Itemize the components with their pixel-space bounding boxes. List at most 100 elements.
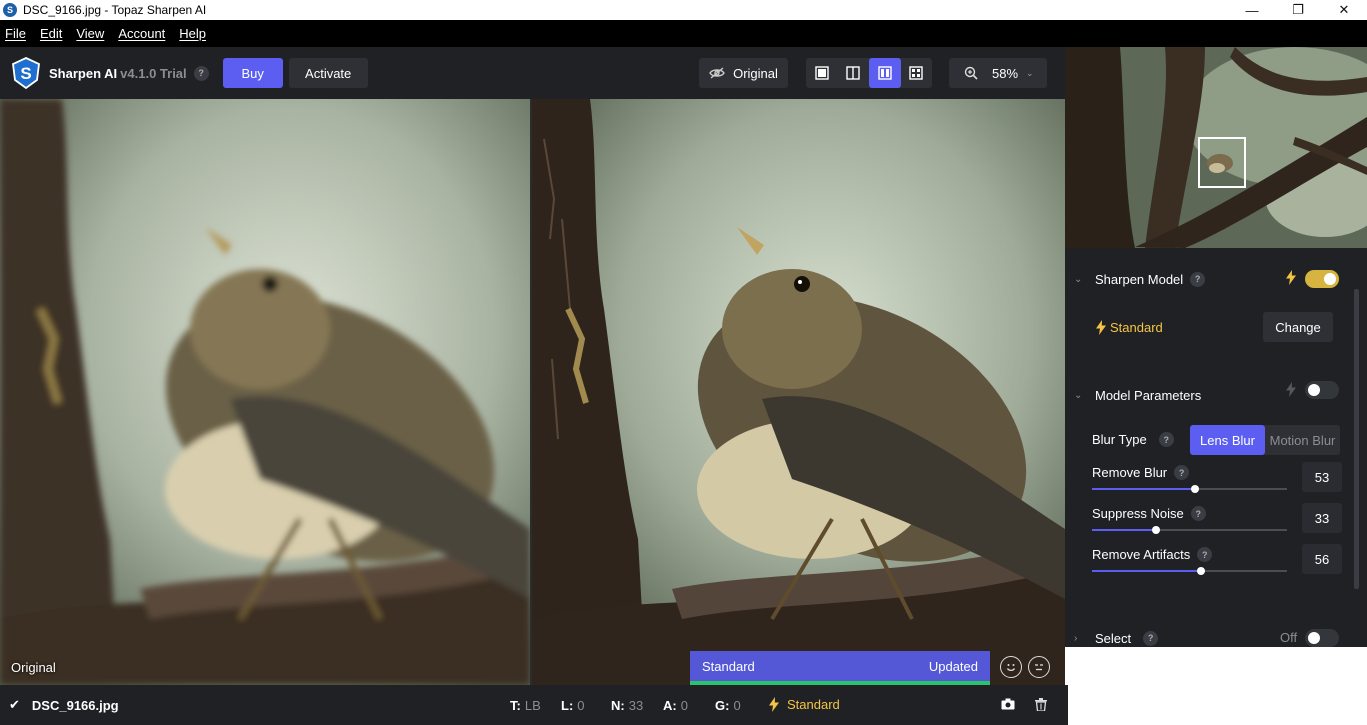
smiley-happy-icon bbox=[1006, 664, 1016, 672]
quad-view-button[interactable] bbox=[901, 58, 933, 88]
bolt-outline-icon bbox=[1286, 382, 1296, 397]
feedback-happy-button[interactable] bbox=[1000, 656, 1022, 678]
buy-button[interactable]: Buy bbox=[222, 58, 283, 88]
select-toggle[interactable] bbox=[1305, 629, 1339, 647]
window-title-bar: S DSC_9166.jpg - Topaz Sharpen AI — ❐ ✕ bbox=[0, 0, 1367, 20]
close-button[interactable]: ✕ bbox=[1321, 0, 1367, 20]
original-image: Original bbox=[0, 99, 530, 685]
delete-button[interactable] bbox=[1035, 698, 1047, 714]
checkmark-icon[interactable]: ✔ bbox=[9, 697, 20, 713]
select-state-label: Off bbox=[1280, 630, 1298, 645]
side-by-side-view-button[interactable] bbox=[869, 58, 901, 88]
chevron-down-icon: ⌄ bbox=[1074, 389, 1083, 401]
selected-model-name: Standard bbox=[1110, 320, 1163, 335]
stat-n: N: 33 bbox=[611, 698, 644, 713]
remove-blur-handle[interactable] bbox=[1191, 485, 1200, 493]
export-button[interactable] bbox=[1001, 698, 1015, 713]
maximize-button[interactable]: ❐ bbox=[1275, 0, 1321, 20]
sharpen-logo-icon: S bbox=[9, 56, 43, 90]
menu-bar: File Edit View Account Help bbox=[0, 20, 1367, 47]
model-parameters-toggle[interactable] bbox=[1305, 381, 1339, 399]
file-name: DSC_9166.jpg bbox=[31, 697, 119, 713]
suppress-noise-help-icon[interactable]: ? bbox=[1190, 506, 1206, 521]
activate-button[interactable]: Activate bbox=[288, 58, 368, 88]
remove-artifacts-help-icon[interactable]: ? bbox=[1197, 547, 1213, 562]
window-title: DSC_9166.jpg - Topaz Sharpen AI bbox=[23, 3, 207, 17]
menu-view[interactable]: View bbox=[76, 26, 104, 41]
feedback-neutral-button[interactable] bbox=[1028, 656, 1050, 678]
eye-off-icon bbox=[709, 67, 725, 79]
blur-type-selector: Lens Blur Motion Blur bbox=[1190, 425, 1340, 455]
menu-account[interactable]: Account bbox=[118, 26, 165, 41]
bottom-status-bar: ✔ DSC_9166.jpg T: LB L: 0 N: 33 A: 0 G: 0 Sta… bbox=[0, 685, 1068, 725]
show-original-button[interactable]: Original bbox=[699, 58, 788, 88]
remove-artifacts-value[interactable]: 56 bbox=[1302, 544, 1342, 574]
remove-blur-slider[interactable] bbox=[1092, 484, 1287, 494]
suppress-noise-handle[interactable] bbox=[1152, 526, 1161, 534]
sharpen-model-title: Sharpen Model bbox=[1095, 271, 1184, 287]
chevron-down-icon: ⌄ bbox=[1026, 67, 1034, 78]
single-view-button[interactable] bbox=[806, 58, 838, 88]
chevron-down-icon: ⌄ bbox=[1074, 273, 1083, 285]
remove-blur-value[interactable]: 53 bbox=[1302, 462, 1342, 492]
select-title: Select bbox=[1095, 630, 1132, 646]
remove-artifacts-label: Remove Artifacts ? bbox=[1092, 547, 1213, 562]
minimize-button[interactable]: — bbox=[1229, 0, 1275, 20]
remove-blur-help-icon[interactable]: ? bbox=[1174, 465, 1190, 480]
bolt-icon bbox=[1096, 320, 1106, 335]
remove-artifacts-slider[interactable] bbox=[1092, 566, 1287, 576]
app-logo-icon: S bbox=[3, 3, 17, 17]
suppress-noise-slider[interactable] bbox=[1092, 525, 1287, 535]
svg-text:S: S bbox=[20, 64, 31, 83]
selected-model: Standard bbox=[1096, 320, 1163, 335]
stat-a: A: 0 bbox=[663, 698, 688, 713]
sidebar-scrollbar[interactable] bbox=[1354, 289, 1359, 589]
progress-model-name: Standard bbox=[702, 658, 755, 674]
show-original-label: Original bbox=[733, 65, 778, 81]
model-parameters-title: Model Parameters bbox=[1095, 387, 1202, 403]
zoom-control[interactable]: 58% ⌄ bbox=[949, 58, 1047, 88]
top-toolbar: S Sharpen AI v4.1.0 Trial ? Buy Activate … bbox=[0, 47, 1065, 99]
app-help-icon[interactable]: ? bbox=[193, 65, 209, 81]
chevron-right-icon: › bbox=[1074, 632, 1078, 644]
zoom-in-icon bbox=[964, 66, 978, 80]
quad-view-icon bbox=[909, 66, 923, 80]
bolt-icon bbox=[1286, 270, 1296, 285]
processed-image bbox=[532, 99, 1065, 685]
smiley-neutral-icon bbox=[1035, 664, 1043, 671]
split-view-icon bbox=[846, 66, 860, 80]
original-image-pane[interactable]: Original bbox=[0, 99, 530, 685]
lens-blur-option[interactable]: Lens Blur bbox=[1190, 425, 1265, 455]
select-help-icon[interactable]: ? bbox=[1143, 630, 1159, 646]
right-sidebar: ⌄ Sharpen Model ? Standard Change ⌄ Mode… bbox=[1065, 47, 1367, 647]
suppress-noise-value[interactable]: 33 bbox=[1302, 503, 1342, 533]
view-mode-selector bbox=[806, 58, 932, 88]
original-pane-label: Original bbox=[11, 660, 56, 675]
app-name: Sharpen AI v4.1.0 Trial bbox=[49, 65, 187, 81]
change-model-button[interactable]: Change bbox=[1263, 312, 1333, 342]
blur-type-help-icon[interactable]: ? bbox=[1158, 432, 1174, 447]
remove-blur-label: Remove Blur ? bbox=[1092, 465, 1190, 480]
side-by-side-view-icon bbox=[878, 66, 892, 80]
sharpen-model-help-icon[interactable]: ? bbox=[1190, 271, 1206, 287]
camera-icon bbox=[1001, 698, 1015, 710]
progress-state: Updated bbox=[928, 658, 978, 674]
app-version: v4.1.0 Trial bbox=[120, 65, 187, 81]
trash-icon bbox=[1035, 698, 1047, 712]
menu-edit[interactable]: Edit bbox=[40, 26, 62, 41]
blur-type-label: Blur Type ? bbox=[1092, 432, 1174, 447]
navigator-thumbnail[interactable] bbox=[1065, 47, 1367, 248]
single-view-icon bbox=[815, 66, 829, 80]
menu-file[interactable]: File bbox=[5, 26, 26, 41]
bolt-icon bbox=[769, 697, 779, 712]
remove-artifacts-handle[interactable] bbox=[1197, 567, 1206, 575]
navigator-viewport-frame[interactable] bbox=[1198, 137, 1246, 188]
motion-blur-option[interactable]: Motion Blur bbox=[1265, 425, 1340, 455]
stat-g: G: 0 bbox=[715, 698, 741, 713]
split-view-button[interactable] bbox=[838, 58, 870, 88]
processed-image-pane[interactable] bbox=[532, 99, 1065, 685]
model-progress-bar: Standard Updated bbox=[690, 651, 990, 685]
sharpen-model-toggle[interactable] bbox=[1305, 270, 1339, 288]
stat-t: T: LB bbox=[510, 698, 541, 713]
menu-help[interactable]: Help bbox=[179, 26, 206, 41]
